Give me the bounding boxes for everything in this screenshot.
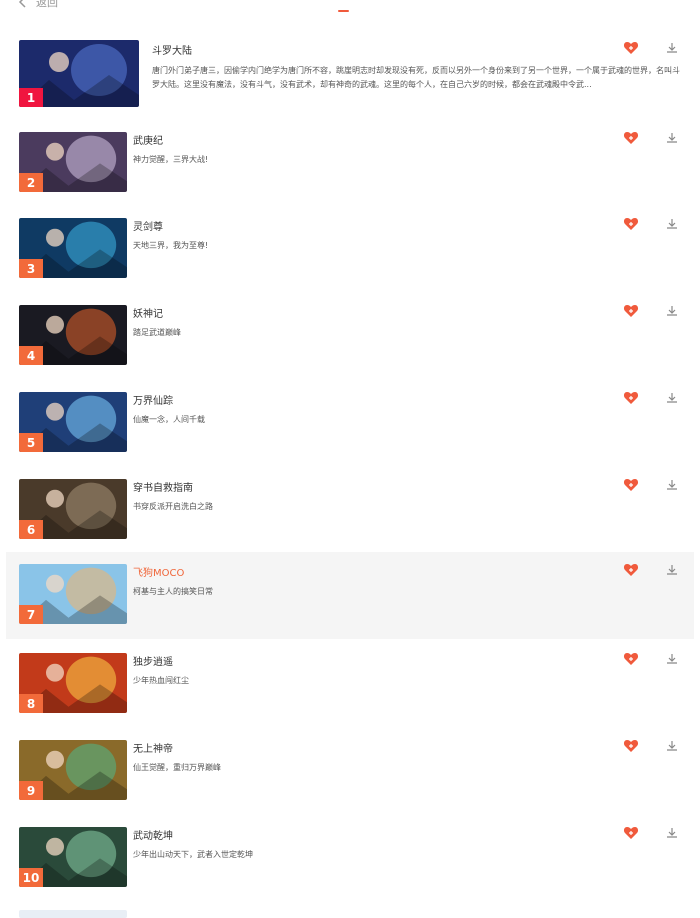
download-icon[interactable] (665, 739, 679, 753)
cover-thumbnail[interactable]: 10 (19, 827, 127, 887)
rank-badge: 6 (19, 520, 43, 539)
list-item[interactable]: 4 妖神记 踏足武道巅峰 (6, 293, 694, 380)
download-icon[interactable] (665, 131, 679, 145)
list-item[interactable]: 1 斗罗大陆 唐门外门弟子唐三，因偷学内门绝学为唐门所不容，跳崖明志时却发现没有… (6, 30, 694, 120)
cover-thumbnail[interactable]: 6 (19, 479, 127, 539)
cover-thumbnail[interactable]: 4 (19, 305, 127, 365)
download-icon[interactable] (665, 391, 679, 405)
back-label: 返回 (36, 0, 58, 9)
tab-indicator (338, 10, 349, 12)
favorite-icon[interactable] (623, 652, 639, 666)
download-icon[interactable] (665, 826, 679, 840)
show-title[interactable]: 无上神帝 (133, 740, 173, 755)
show-title[interactable]: 斗罗大陆 (152, 42, 192, 57)
favorite-icon[interactable] (623, 391, 639, 405)
show-description: 柯基与主人的搞笑日常 (133, 587, 213, 596)
list-item[interactable]: 7 飞狗MOCO 柯基与主人的搞笑日常 (6, 552, 694, 639)
show-description: 神力觉醒，三界大战! (133, 155, 209, 164)
cover-thumbnail[interactable]: 7 (19, 564, 127, 624)
favorite-icon[interactable] (623, 826, 639, 840)
show-description: 书穿反派开启洗白之路 (133, 502, 213, 511)
show-description: 天地三界，我为至尊! (133, 241, 209, 250)
download-icon[interactable] (665, 478, 679, 492)
show-description: 踏足武道巅峰 (133, 328, 181, 337)
show-title[interactable]: 飞狗MOCO (133, 564, 184, 579)
favorite-icon[interactable] (623, 739, 639, 753)
ranking-tab-icon[interactable] (336, 0, 350, 8)
rank-badge: 4 (19, 346, 43, 365)
top-bar: 返回 (0, 0, 700, 14)
show-title[interactable]: 万界仙踪 (133, 392, 173, 407)
download-icon[interactable] (665, 304, 679, 318)
list-item[interactable]: 10 武动乾坤 少年出山动天下，武者入世定乾坤 (6, 815, 694, 902)
cover-thumbnail[interactable]: 2 (19, 132, 127, 192)
show-title[interactable]: 武动乾坤 (133, 827, 173, 842)
show-description: 少年热血闯红尘 (133, 676, 189, 685)
favorite-icon[interactable] (623, 304, 639, 318)
show-title[interactable]: 妖神记 (133, 305, 163, 320)
cover-thumbnail[interactable]: 3 (19, 218, 127, 278)
rank-badge: 1 (19, 88, 43, 107)
list-item[interactable]: 2 武庚纪 神力觉醒，三界大战! (6, 120, 694, 207)
show-description: 少年出山动天下，武者入世定乾坤 (133, 850, 253, 859)
rank-badge: 3 (19, 259, 43, 278)
download-icon[interactable] (665, 41, 679, 55)
cover-thumbnail[interactable]: 8 (19, 653, 127, 713)
show-title[interactable]: 独步逍遥 (133, 653, 173, 668)
show-title[interactable]: 灵剑尊 (133, 218, 163, 233)
list-item[interactable]: 8 独步逍遥 少年热血闯红尘 (6, 641, 694, 728)
list-item[interactable]: 6 穿书自救指南 书穿反派开启洗白之路 (6, 467, 694, 554)
show-description: 仙魔一念，人间千载 (133, 415, 205, 424)
show-description: 唐门外门弟子唐三，因偷学内门绝学为唐门所不容，跳崖明志时却发现没有死，反而以另外… (152, 66, 680, 89)
show-description: 仙王觉醒，重归万界巅峰 (133, 763, 221, 772)
favorite-icon[interactable] (623, 217, 639, 231)
rank-badge: 5 (19, 433, 43, 452)
favorite-icon[interactable] (623, 41, 639, 55)
list-item[interactable]: 5 万界仙踪 仙魔一念，人间千载 (6, 380, 694, 467)
rank-badge: 2 (19, 173, 43, 192)
cover-thumbnail[interactable]: 1 (19, 40, 139, 107)
favorite-icon[interactable] (623, 131, 639, 145)
list-item[interactable]: 3 灵剑尊 天地三界，我为至尊! (6, 206, 694, 293)
list-item-partial-thumbnail (19, 910, 127, 918)
rank-badge: 10 (19, 868, 43, 887)
download-icon[interactable] (665, 652, 679, 666)
list-item[interactable]: 9 无上神帝 仙王觉醒，重归万界巅峰 (6, 728, 694, 815)
favorite-icon[interactable] (623, 563, 639, 577)
cover-thumbnail[interactable]: 5 (19, 392, 127, 452)
show-title[interactable]: 穿书自救指南 (133, 479, 193, 494)
download-icon[interactable] (665, 217, 679, 231)
favorite-icon[interactable] (623, 478, 639, 492)
back-button[interactable]: 返回 (18, 0, 58, 10)
download-icon[interactable] (665, 563, 679, 577)
rank-badge: 9 (19, 781, 43, 800)
cover-thumbnail[interactable]: 9 (19, 740, 127, 800)
rank-badge: 7 (19, 605, 43, 624)
rank-badge: 8 (19, 694, 43, 713)
chevron-left-icon (18, 0, 26, 8)
show-title[interactable]: 武庚纪 (133, 132, 163, 147)
